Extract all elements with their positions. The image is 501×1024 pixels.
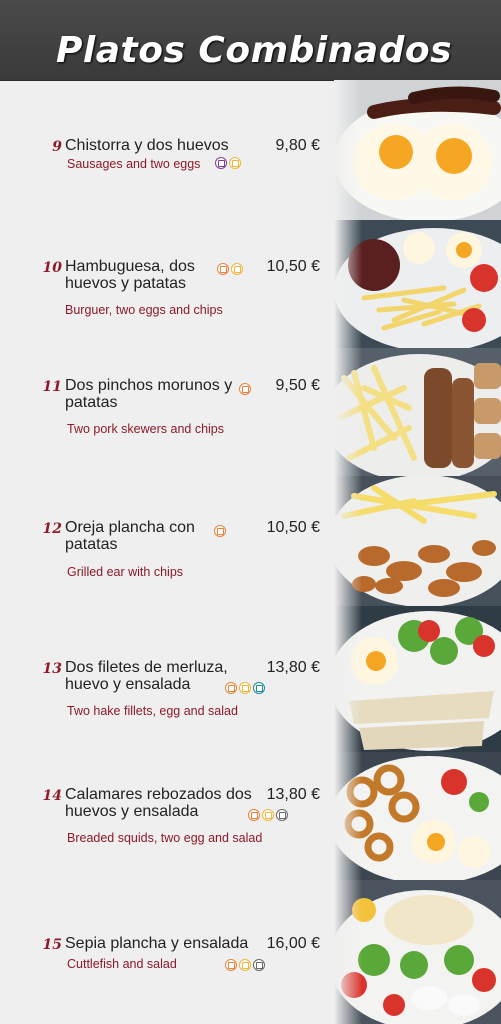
allergen-icon [248,808,260,821]
allergen-icon [253,681,265,694]
allergen-icon [276,808,288,821]
item-price: 9,50 € [275,377,320,394]
item-price: 10,50 € [266,258,320,275]
item-price: 9,80 € [275,137,320,154]
item-number: 11 [42,379,62,395]
photo-fade [334,80,362,1024]
allergen-icon [231,262,243,275]
menu-header: Platos Combinados [0,0,501,81]
item-price: 13,80 € [266,659,320,676]
allergen-icons [225,956,267,974]
item-number: 15 [42,937,62,953]
allergen-icon [215,156,227,169]
item-number: 14 [42,788,62,804]
allergen-icons [225,679,267,697]
item-name: Oreja plancha con patatas [65,519,195,553]
allergen-icon [262,808,274,821]
item-number: 10 [42,260,62,276]
allergen-icon [225,681,237,694]
menu-item: 12 Oreja plancha con patatas 10,50 € Gri… [40,519,324,581]
allergen-icon [239,382,251,395]
allergen-icons [217,260,245,278]
allergen-icon [214,524,226,537]
allergen-icon [229,156,241,169]
allergen-icon [239,681,251,694]
item-number: 9 [52,139,62,155]
item-description: Burguer, two eggs and chips [65,303,223,317]
item-price: 13,80 € [266,786,320,803]
item-price: 16,00 € [266,935,320,952]
allergen-icon [239,958,251,971]
item-name: Sepia plancha y ensalada [65,935,249,952]
item-description: Breaded squids, two egg and salad [67,831,263,845]
item-number: 12 [42,521,62,537]
allergen-icon [217,262,229,275]
allergen-icons [215,154,243,172]
item-description: Cuttlefish and salad [67,957,177,971]
item-description: Grilled ear with chips [67,565,184,579]
item-description: Two pork skewers and chips [67,422,225,436]
item-price: 10,50 € [266,519,320,536]
page-title: Platos Combinados [56,30,453,71]
allergen-icons [214,522,228,540]
item-number: 13 [42,661,62,677]
food-photos [334,80,501,1024]
menu-item: 14 Calamares rebozados dos huevos y ensa… [40,786,324,848]
allergen-icon [225,958,237,971]
item-name: Chistorra y dos huevos [65,137,229,154]
item-name: Dos pinchos morunos y patatas [65,377,233,411]
menu-item: 15 Sepia plancha y ensalada 16,00 € Cutt… [40,935,324,975]
menu-item: 9 Chistorra y dos huevos 9,80 € Sausages… [40,137,324,177]
menu-item: 10 Hambuguesa, dos huevos y patatas 10,5… [40,258,324,320]
allergen-icon [253,958,265,971]
item-name: Hambuguesa, dos huevos y patatas [65,258,195,292]
allergen-icons [239,380,253,398]
menu-item: 13 Dos filetes de merluza, huevo y ensal… [40,659,324,721]
allergen-icons [248,806,290,824]
menu-item: 11 Dos pinchos morunos y patatas 9,50 € … [40,377,324,439]
item-description: Two hake fillets, egg and salad [67,704,238,718]
item-name: Calamares rebozados dos huevos y ensalad… [65,786,252,820]
item-description: Sausages and two eggs [67,157,201,171]
